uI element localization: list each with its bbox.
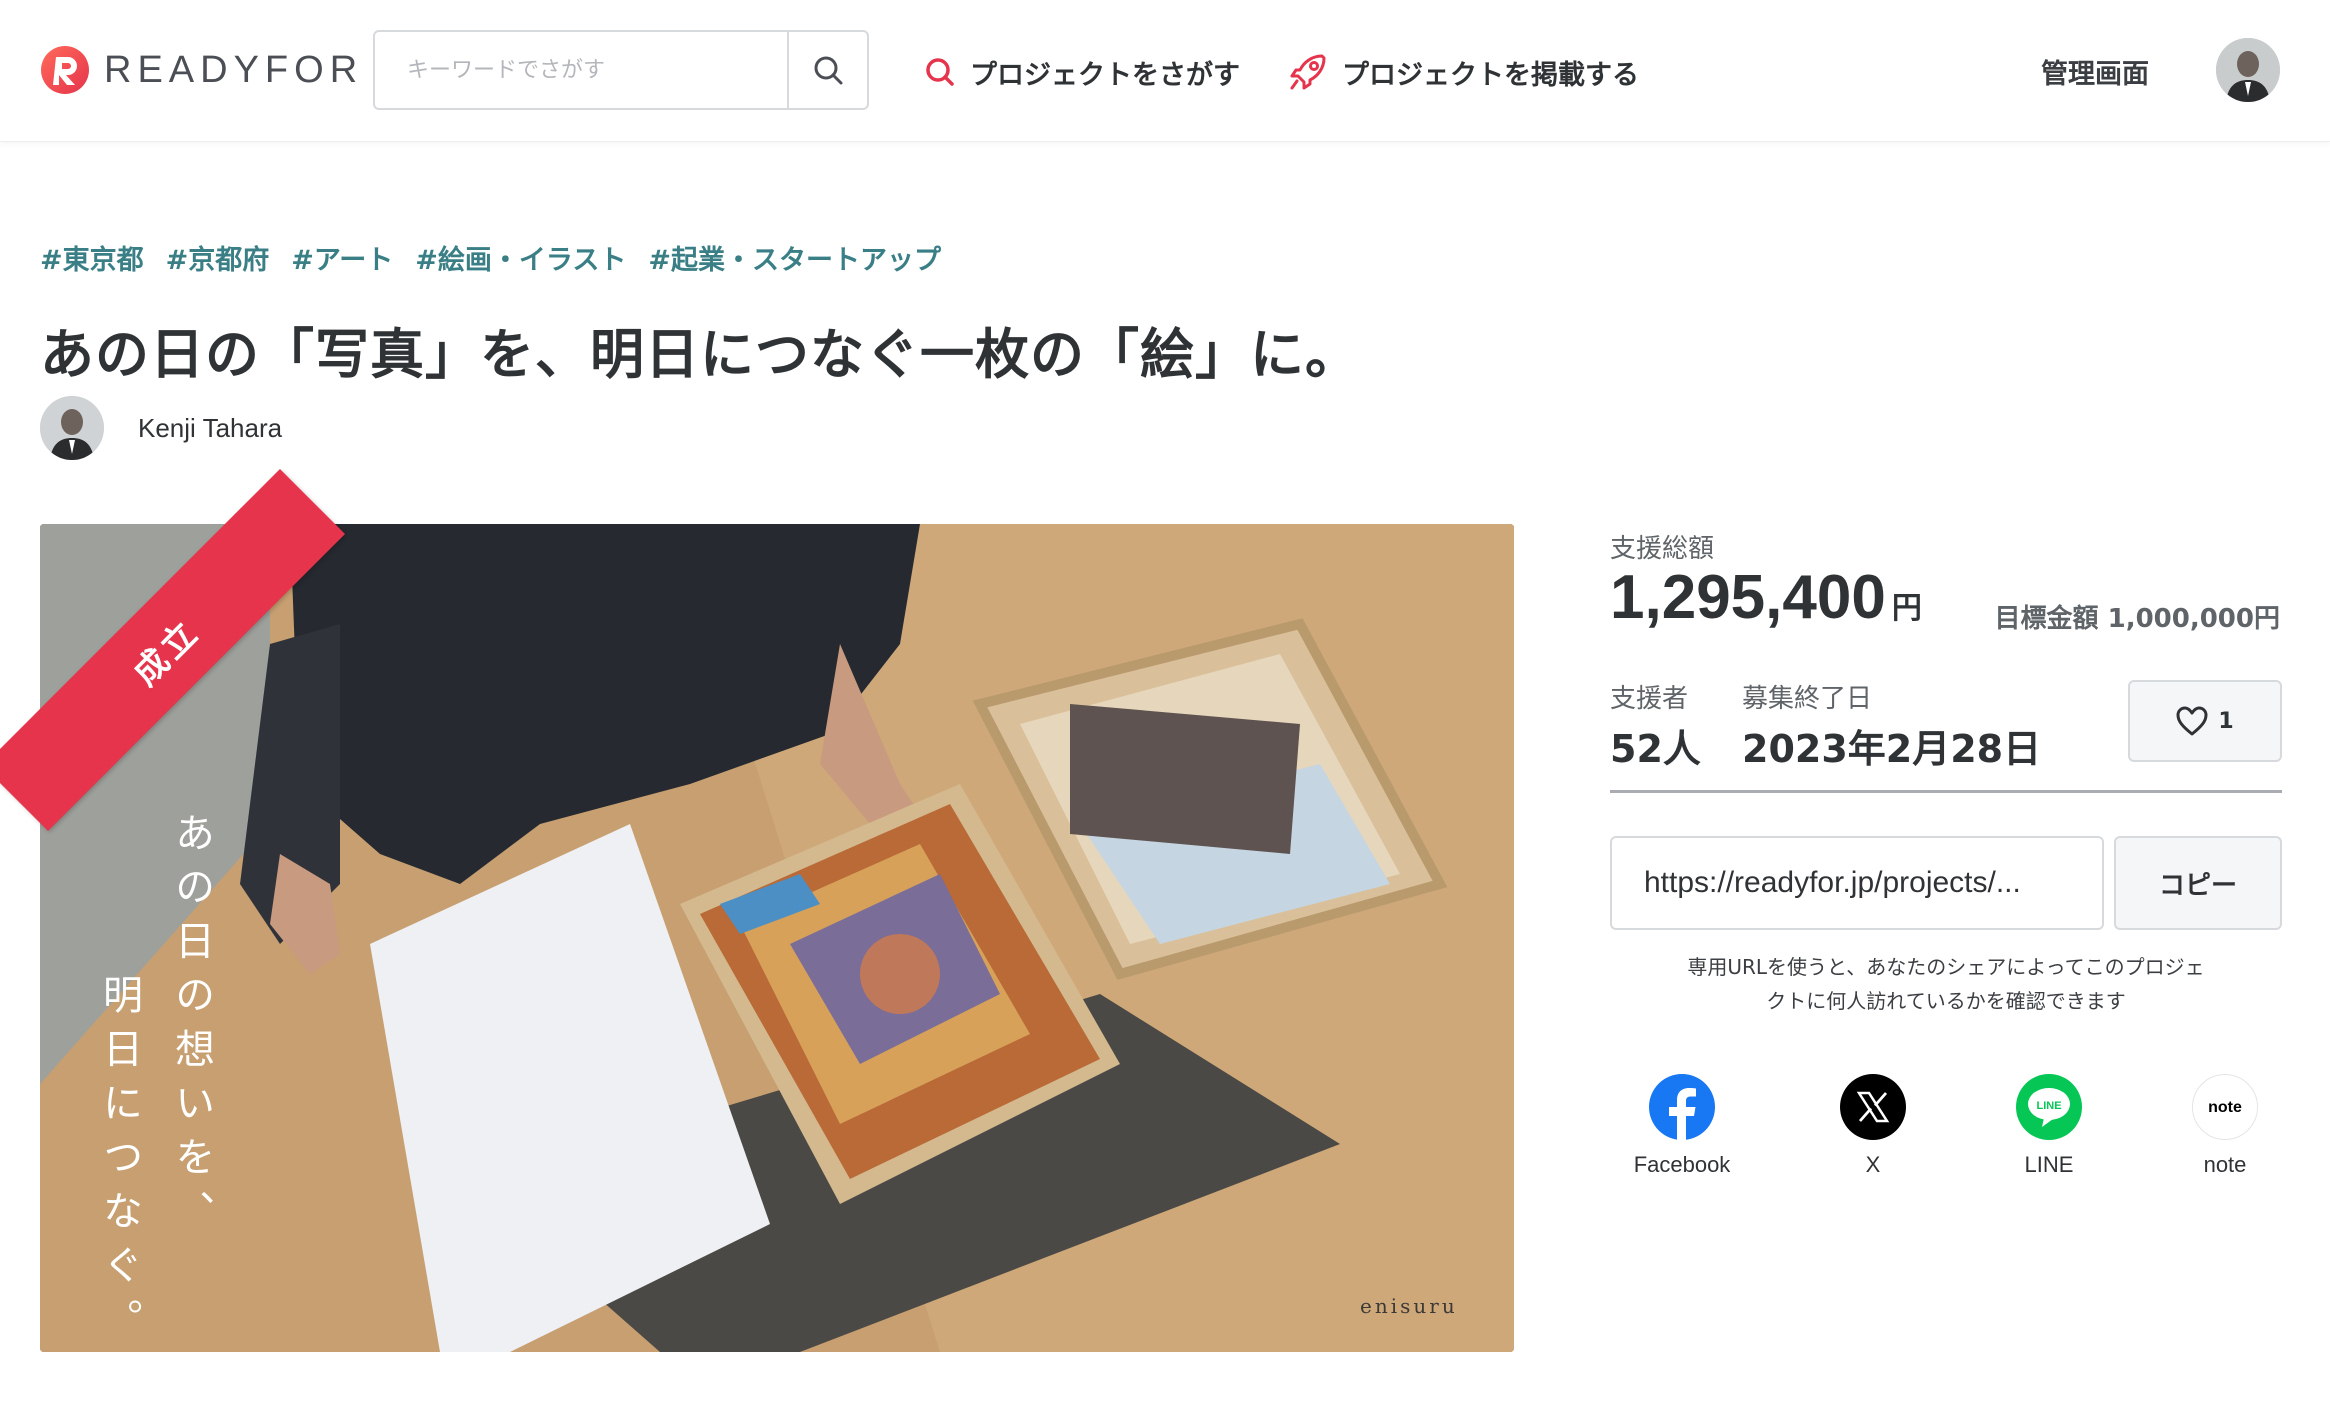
- tag-link[interactable]: #絵画・イラスト: [415, 238, 626, 277]
- share-facebook-label: Facebook: [1633, 1152, 1731, 1177]
- person-avatar-image: [40, 396, 104, 460]
- hero-copy-line2: 明日につなぐ。: [96, 974, 142, 1352]
- share-x-button[interactable]: X: [1793, 1074, 1953, 1178]
- heart-icon: [2176, 706, 2208, 736]
- rocket-icon: [1290, 54, 1326, 90]
- search-button[interactable]: [787, 32, 867, 108]
- category-tags: #東京都 #京都府 #アート #絵画・イラスト #起業・スタートアップ: [40, 238, 941, 277]
- share-url-field[interactable]: https://readyfor.jp/projects/...: [1610, 836, 2104, 930]
- x-icon: [1840, 1074, 1906, 1140]
- status-ribbon-label: 成立: [125, 611, 208, 694]
- share-url-note-line2: クトに何人訪れているかを確認できます: [1766, 989, 2126, 1013]
- tag-link[interactable]: #東京都: [40, 238, 144, 277]
- person-avatar-image: [2216, 38, 2280, 102]
- tag-link[interactable]: #アート: [291, 238, 393, 277]
- owner-avatar[interactable]: [40, 396, 104, 460]
- favorite-count: 1: [2218, 708, 2234, 734]
- nav-find-label: プロジェクトをさがす: [970, 59, 1240, 91]
- end-date-label: 募集終了日: [1742, 684, 1873, 714]
- hero-copy-line1: あの日の想いを、: [168, 812, 214, 1244]
- project-title: あの日の「写真」を、明日につなぐ一枚の「絵」に。: [40, 323, 1360, 386]
- total-label: 支援総額: [1610, 534, 1715, 564]
- nav-post-project[interactable]: プロジェクトを掲載する: [1288, 50, 1639, 94]
- admin-link[interactable]: 管理画面: [2041, 52, 2149, 91]
- tag-link[interactable]: #京都府: [166, 238, 270, 277]
- status-ribbon-wrap: 成立: [0, 468, 346, 832]
- search-icon: [814, 56, 843, 85]
- search-input[interactable]: [375, 32, 787, 108]
- total-amount-unit: 円: [1891, 591, 1922, 626]
- share-url-note-line1: 専用URLを使うと、あなたのシェアによってこのプロジェ: [1687, 955, 2205, 979]
- share-note-button[interactable]: note note: [2145, 1074, 2305, 1178]
- total-amount: 1,295,400 円: [1610, 562, 1922, 633]
- share-url-note: 専用URLを使うと、あなたのシェアによってこのプロジェ クトに何人訪れているかを…: [1650, 950, 2242, 1018]
- total-amount-value: 1,295,400: [1610, 563, 1886, 632]
- copy-url-button[interactable]: コピー: [2114, 836, 2282, 930]
- share-note-label: note: [2203, 1152, 2247, 1177]
- hero-brand: enisuru: [1360, 1294, 1458, 1318]
- nav-find-projects[interactable]: プロジェクトをさがす: [924, 50, 1240, 94]
- favorite-button[interactable]: 1: [2128, 680, 2282, 762]
- user-avatar[interactable]: [2216, 38, 2280, 102]
- supporters-count: 52人: [1610, 727, 1701, 771]
- supporters-label: 支援者: [1610, 684, 1689, 714]
- goal-amount: 目標金額 1,000,000円: [1994, 604, 2280, 634]
- search-box: [373, 30, 869, 110]
- readyfor-logo[interactable]: READYFOR: [40, 46, 364, 94]
- end-date: 2023年2月28日: [1742, 727, 2042, 771]
- share-facebook-button[interactable]: Facebook: [1602, 1074, 1762, 1178]
- owner-name[interactable]: Kenji Tahara: [138, 413, 282, 444]
- readyfor-logo-icon: [41, 46, 89, 94]
- logo-text: READYFOR: [104, 48, 364, 91]
- line-icon: LINE: [2016, 1074, 2082, 1140]
- stats-divider: [1610, 790, 2282, 793]
- site-header: READYFOR プロジェクトをさがす プロジェクトを掲載する 管理画面: [0, 0, 2330, 142]
- search-icon: [926, 58, 954, 86]
- tag-link[interactable]: #起業・スタートアップ: [648, 238, 941, 277]
- facebook-icon: [1649, 1074, 1715, 1140]
- nav-post-label: プロジェクトを掲載する: [1342, 59, 1639, 91]
- svg-text:LINE: LINE: [2036, 1100, 2061, 1112]
- share-line-button[interactable]: LINE LINE: [1969, 1074, 2129, 1178]
- status-ribbon: 成立: [0, 468, 346, 832]
- note-icon: note: [2192, 1074, 2258, 1140]
- share-x-label: X: [1865, 1152, 1881, 1177]
- svg-text:note: note: [2208, 1099, 2242, 1116]
- project-owner[interactable]: Kenji Tahara: [40, 396, 282, 460]
- share-line-label: LINE: [2024, 1152, 2074, 1177]
